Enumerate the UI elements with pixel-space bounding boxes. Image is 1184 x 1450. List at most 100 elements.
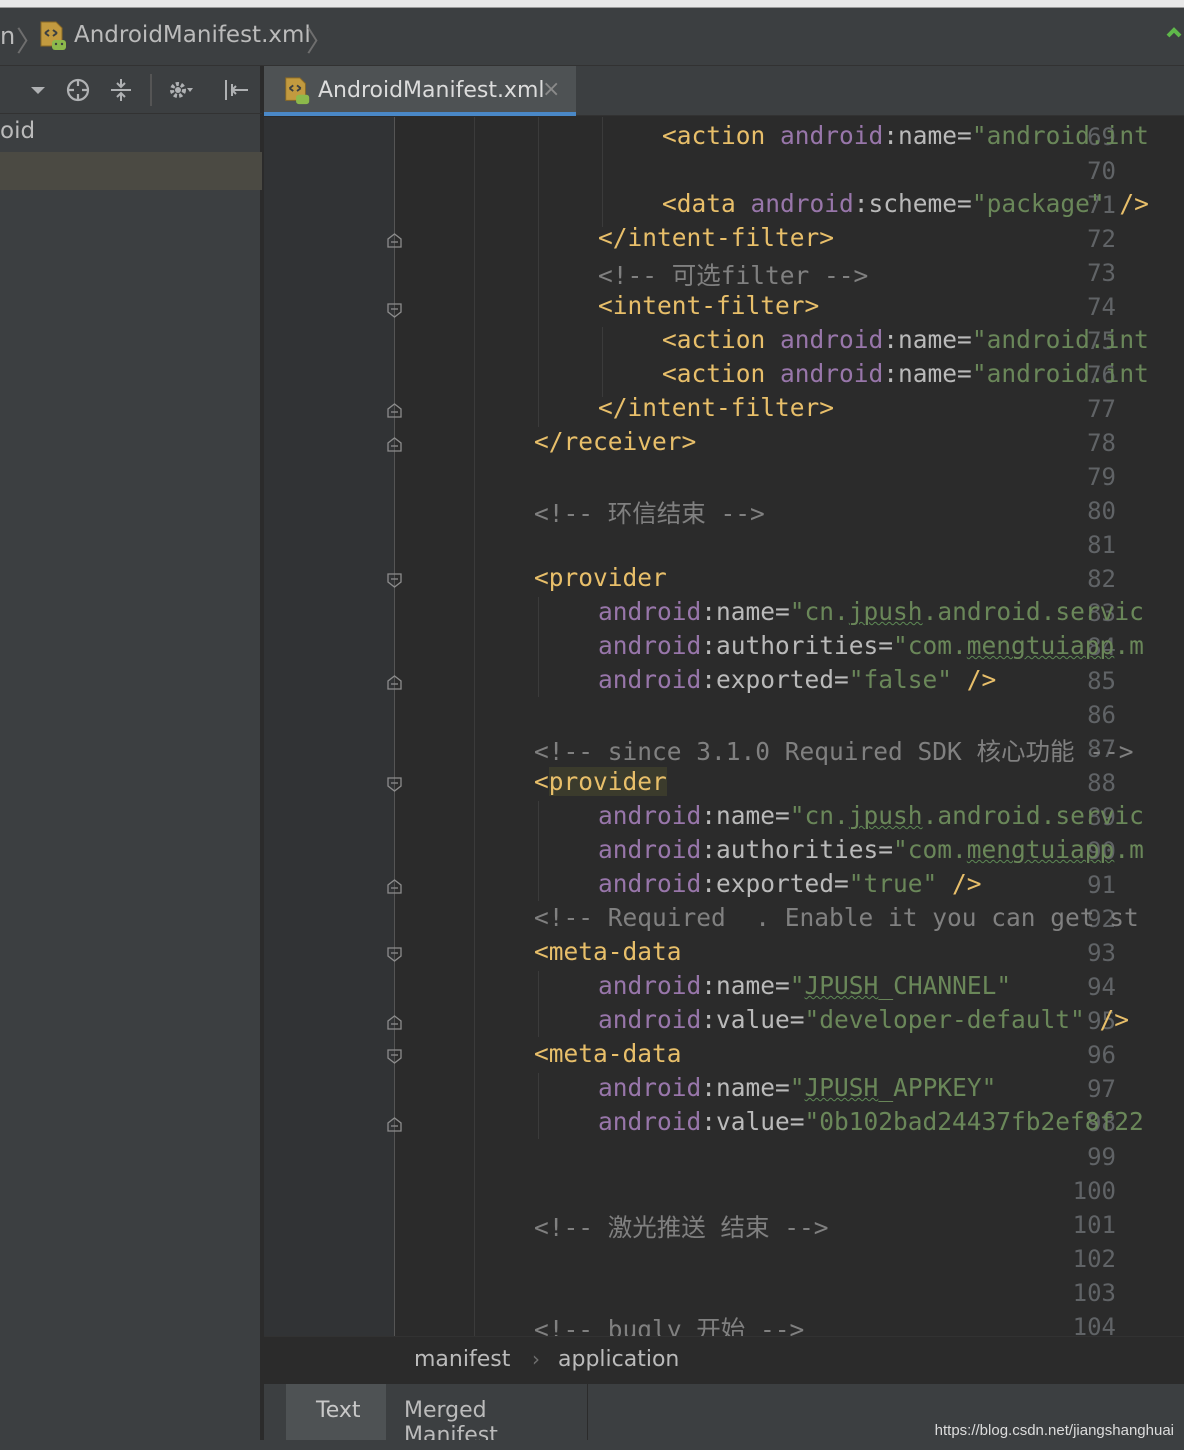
code-line: android:authorities="com.mengtuiapp.m	[598, 631, 1144, 660]
window-top-strip	[0, 0, 1184, 8]
code-line: <action android:name="android.int	[662, 359, 1149, 388]
close-icon[interactable]: ×	[542, 77, 560, 102]
line-number: 86	[1087, 701, 1116, 729]
code-line: <action android:name="android.int	[662, 325, 1149, 354]
fold-start-icon[interactable]	[386, 572, 403, 589]
fold-start-icon[interactable]	[386, 776, 403, 793]
indent-guide	[538, 801, 539, 901]
line-number: 72	[1087, 225, 1116, 253]
tab-label: AndroidManifest.xml	[318, 78, 545, 103]
code-line: <!-- Required . Enable it you can get st	[534, 903, 1139, 932]
indent-guide	[602, 117, 603, 227]
locate-target-icon[interactable]	[64, 76, 92, 104]
indent-guide	[538, 971, 539, 1037]
breadcrumb-application[interactable]: application	[558, 1347, 679, 1372]
fold-guide-line	[394, 117, 395, 1336]
code-line: <meta-data	[534, 1039, 682, 1068]
gear-icon[interactable]	[166, 76, 194, 104]
line-number: 77	[1087, 395, 1116, 423]
run-arrow-icon[interactable]	[1164, 22, 1184, 46]
line-number-gutter	[264, 117, 394, 1336]
fold-end-icon[interactable]	[386, 1116, 403, 1133]
fold-end-icon[interactable]	[386, 878, 403, 895]
line-number: 96	[1087, 1041, 1116, 1069]
line-number: 73	[1087, 259, 1116, 287]
line-number: 88	[1087, 769, 1116, 797]
tab-merged-manifest[interactable]: Merged Manifest	[388, 1384, 588, 1448]
line-number: 74	[1087, 293, 1116, 321]
tab-text[interactable]: Text	[286, 1384, 386, 1442]
fold-start-icon[interactable]	[386, 302, 403, 319]
code-line: <!-- since 3.1.0 Required SDK 核心功能 -->	[534, 737, 1134, 766]
line-number: 81	[1087, 531, 1116, 559]
code-line: android:value="0b102bad24437fb2ef8f22	[598, 1107, 1144, 1136]
xml-file-icon	[40, 21, 66, 50]
code-line: <!-- 激光推送 结束 -->	[534, 1213, 829, 1242]
line-number: 103	[1072, 1279, 1116, 1307]
code-line: <!-- 可选filter -->	[598, 261, 869, 290]
fold-start-icon[interactable]	[386, 1048, 403, 1065]
code-line: </intent-filter>	[598, 223, 835, 252]
line-number: 93	[1087, 939, 1116, 967]
line-number: 99	[1087, 1143, 1116, 1171]
code-line: android:exported="true" />	[598, 869, 982, 898]
project-panel: oid	[0, 66, 262, 1450]
collapse-all-icon[interactable]	[107, 76, 135, 104]
code-line: android:authorities="com.mengtuiapp.m	[598, 835, 1144, 864]
code-line: <action android:name="android.int	[662, 121, 1149, 150]
code-line: <!-- bugly 开始 -->	[534, 1315, 805, 1336]
line-number: 102	[1072, 1245, 1116, 1273]
code-line: <!-- 环信结束 -->	[534, 499, 765, 528]
toolbar-divider	[150, 74, 152, 106]
code-line: <meta-data	[534, 937, 682, 966]
bottom-strip	[0, 1440, 1184, 1450]
indent-guide	[474, 117, 475, 1336]
nav-crumb-file[interactable]: AndroidManifest.xml	[74, 22, 311, 48]
line-number: 82	[1087, 565, 1116, 593]
xml-file-icon	[285, 77, 310, 105]
code-line: android:value="developer-default" />	[598, 1005, 1130, 1034]
line-number: 104	[1072, 1313, 1116, 1336]
xml-breadcrumb: manifest › application	[264, 1336, 1184, 1382]
chevron-right-icon: 〉	[306, 25, 335, 58]
code-line: android:name="cn.jpush.android.servic	[598, 801, 1144, 830]
dropdown-arrow-icon[interactable]	[24, 76, 52, 104]
code-line: android:name="JPUSH_APPKEY"	[598, 1073, 997, 1102]
watermark: https://blog.csdn.net/jiangshanghuai	[934, 1422, 1174, 1439]
fold-start-icon[interactable]	[386, 946, 403, 963]
project-tree-item[interactable]: oid	[0, 118, 35, 144]
line-number: 97	[1087, 1075, 1116, 1103]
code-line: <intent-filter>	[598, 291, 820, 320]
code-line: <provider	[534, 767, 667, 796]
code-line: android:exported="false" />	[598, 665, 997, 694]
hide-panel-icon[interactable]	[222, 76, 250, 104]
chevron-right-icon: ›	[532, 1347, 540, 1371]
code-line: <provider	[534, 563, 667, 592]
code-line: android:name="cn.jpush.android.servic	[598, 597, 1144, 626]
project-toolbar	[0, 66, 262, 114]
project-tree-selected-row[interactable]	[0, 152, 262, 190]
fold-end-icon[interactable]	[386, 674, 403, 691]
line-number: 79	[1087, 463, 1116, 491]
fold-end-icon[interactable]	[386, 1014, 403, 1031]
navigation-bar: n 〉 AndroidManifest.xml 〉	[0, 8, 1184, 66]
breadcrumb-manifest[interactable]: manifest	[414, 1347, 510, 1372]
code-line: <data android:scheme="package" />	[662, 189, 1149, 218]
line-number: 91	[1087, 871, 1116, 899]
fold-end-icon[interactable]	[386, 232, 403, 249]
line-number: 78	[1087, 429, 1116, 457]
indent-guide	[602, 327, 603, 397]
code-editor[interactable]: 69 70 71 72 73 74 75 76 77 78 79 80 81 82 83 84 85 86 87 88…	[264, 117, 1184, 1336]
line-number: 85	[1087, 667, 1116, 695]
code-line: </intent-filter>	[598, 393, 835, 422]
fold-end-icon[interactable]	[386, 436, 403, 453]
code-line: android:name="JPUSH_CHANNEL"	[598, 971, 1012, 1000]
fold-end-icon[interactable]	[386, 402, 403, 419]
tab-text-label: Text	[316, 1398, 361, 1423]
nav-crumb-project[interactable]: n	[0, 22, 15, 50]
line-number: 100	[1072, 1177, 1116, 1205]
editor-tab-bar: AndroidManifest.xml ×	[264, 66, 1184, 116]
line-number: 94	[1087, 973, 1116, 1001]
tab-android-manifest[interactable]: AndroidManifest.xml ×	[264, 66, 576, 116]
line-number: 80	[1087, 497, 1116, 525]
